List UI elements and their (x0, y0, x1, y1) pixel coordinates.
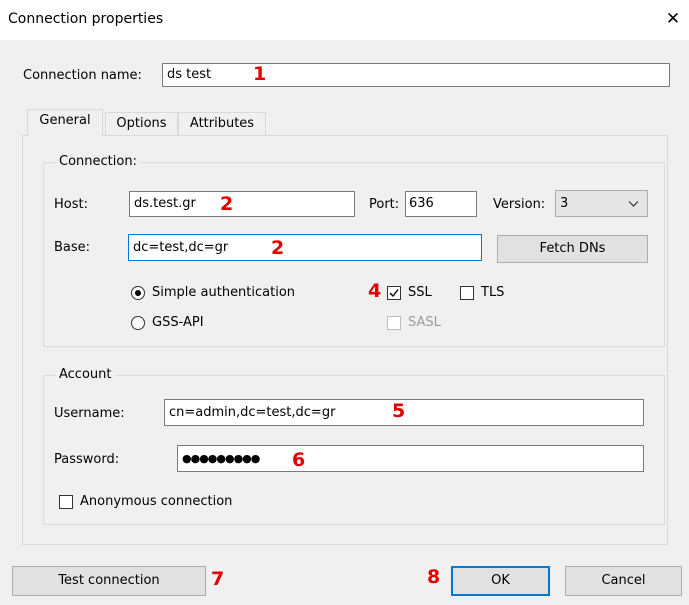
simple-auth-label: Simple authentication (152, 285, 296, 300)
annotation-5: 5 (392, 400, 406, 422)
test-connection-button[interactable]: Test connection (12, 566, 206, 596)
tls-label: TLS (481, 285, 505, 300)
tab-general[interactable]: General (27, 109, 103, 136)
version-label: Version: (493, 197, 546, 212)
window-title: Connection properties (8, 11, 164, 27)
annotation-1: 1 (253, 63, 267, 85)
anonymous-checkbox[interactable] (59, 495, 73, 509)
fetch-dns-button[interactable]: Fetch DNs (497, 235, 648, 263)
anonymous-label: Anonymous connection (80, 494, 233, 509)
chevron-down-icon (628, 201, 639, 207)
password-input[interactable]: ●●●●●●●●● (177, 445, 644, 472)
version-value: 3 (560, 196, 569, 211)
annotation-7: 7 (211, 568, 225, 590)
sasl-label: SASL (408, 315, 441, 330)
base-value: dc=test,dc=gr (133, 240, 229, 255)
tls-checkbox[interactable] (460, 286, 474, 300)
connection-group-legend: Connection: (56, 154, 140, 169)
cancel-button[interactable]: Cancel (565, 566, 682, 596)
annotation-6: 6 (292, 449, 306, 471)
check-icon (389, 289, 399, 298)
port-input[interactable]: 636 (405, 191, 477, 217)
annotation-8: 8 (427, 566, 441, 588)
annotation-2-host: 2 (220, 193, 234, 215)
close-icon[interactable]: ✕ (663, 9, 683, 29)
password-value: ●●●●●●●●● (182, 452, 260, 465)
gss-api-radio[interactable] (131, 316, 145, 330)
connection-name-input[interactable]: ds test (162, 63, 670, 87)
host-input[interactable]: ds.test.gr (129, 191, 355, 217)
username-value: cn=admin,dc=test,dc=gr (169, 405, 336, 420)
annotation-4: 4 (368, 280, 382, 302)
username-label: Username: (54, 406, 125, 421)
base-label: Base: (54, 240, 91, 255)
host-label: Host: (54, 197, 88, 212)
ssl-checkbox[interactable] (387, 286, 401, 300)
ssl-label: SSL (408, 285, 432, 300)
tab-attributes[interactable]: Attributes (178, 112, 266, 136)
port-value: 636 (409, 196, 434, 211)
connection-name-label: Connection name: (23, 68, 142, 83)
ok-button[interactable]: OK (451, 566, 550, 596)
account-group-legend: Account (56, 367, 115, 382)
annotation-2-base: 2 (271, 237, 285, 259)
host-value: ds.test.gr (134, 196, 196, 211)
simple-auth-radio[interactable] (131, 286, 145, 300)
connection-name-value: ds test (167, 67, 212, 82)
gss-api-label: GSS-API (152, 315, 204, 330)
port-label: Port: (369, 197, 400, 212)
tab-options[interactable]: Options (105, 112, 178, 136)
version-select[interactable]: 3 (555, 190, 648, 217)
password-label: Password: (54, 452, 120, 467)
sasl-checkbox[interactable] (387, 316, 401, 330)
base-input[interactable]: dc=test,dc=gr (128, 234, 482, 261)
